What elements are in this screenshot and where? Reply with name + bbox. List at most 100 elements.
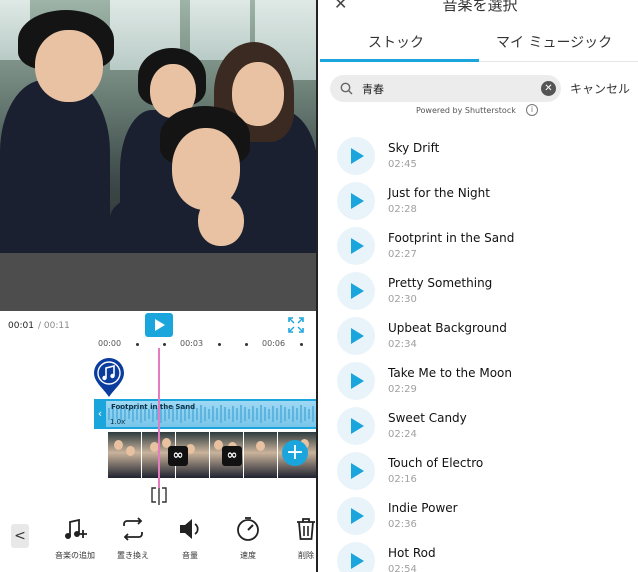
track-duration: 02:34 bbox=[388, 339, 417, 350]
track-item[interactable]: Pretty Something 02:30 bbox=[320, 261, 638, 310]
track-title: Indie Power bbox=[388, 501, 458, 515]
search-bar: ✕ bbox=[330, 75, 561, 102]
modal-header: ✕ 音楽を選択 bbox=[320, 0, 638, 14]
transition-icon[interactable]: ∞ bbox=[168, 446, 188, 466]
music-picker-panel: ✕ 音楽を選択 ストック マイ ミュージック ✕ キャンセル Powered b… bbox=[320, 0, 638, 572]
play-preview-button[interactable] bbox=[337, 227, 375, 265]
replace-icon bbox=[123, 517, 143, 541]
track-title: Sweet Candy bbox=[388, 411, 467, 425]
audio-trim-handle[interactable]: ‹ bbox=[94, 401, 106, 427]
video-thumbnail bbox=[108, 432, 142, 478]
track-item[interactable]: Footprint in the Sand 02:27 bbox=[320, 216, 638, 265]
person-body bbox=[0, 80, 110, 253]
play-button[interactable] bbox=[145, 313, 173, 337]
tool-label: 音量 bbox=[182, 551, 198, 560]
modal-title: 音楽を選択 bbox=[442, 0, 518, 14]
track-title: Sky Drift bbox=[388, 141, 440, 155]
ruler-label: 00:00 bbox=[98, 339, 122, 348]
music-tabs: ストック マイ ミュージック bbox=[320, 22, 638, 62]
video-editor-panel: 00:01 / 00:11 00:00 00:03 00:06 ‹ Footpr… bbox=[0, 0, 318, 572]
track-duration: 02:54 bbox=[388, 564, 417, 572]
audio-track-title: Footprint in the Sand bbox=[111, 403, 196, 411]
trash-icon bbox=[297, 518, 315, 540]
transition-icon[interactable]: ∞ bbox=[222, 446, 242, 466]
add-clip-button[interactable]: + bbox=[282, 440, 308, 466]
clear-search-icon[interactable]: ✕ bbox=[541, 81, 556, 96]
track-title: Pretty Something bbox=[388, 276, 493, 290]
video-thumbnail bbox=[244, 432, 278, 478]
track-title: Touch of Electro bbox=[388, 456, 484, 470]
cancel-button[interactable]: キャンセル bbox=[570, 80, 630, 97]
volume-icon bbox=[180, 519, 199, 539]
speed-icon bbox=[237, 517, 259, 541]
info-icon[interactable]: i bbox=[526, 104, 538, 116]
tool-label: 速度 bbox=[240, 551, 256, 560]
track-duration: 02:16 bbox=[388, 474, 417, 485]
delete-button[interactable]: 削除 bbox=[276, 516, 316, 561]
play-preview-button[interactable] bbox=[337, 452, 375, 490]
replace-button[interactable]: 置き換え bbox=[103, 516, 163, 561]
total-time: / 00:11 bbox=[38, 321, 70, 331]
track-duration: 02:24 bbox=[388, 429, 417, 440]
track-duration: 02:30 bbox=[388, 294, 417, 305]
video-preview[interactable] bbox=[0, 0, 316, 253]
add-music-button[interactable]: 音楽の追加 bbox=[45, 516, 105, 561]
tab-stock[interactable]: ストック bbox=[368, 32, 424, 52]
tool-label: 削除 bbox=[298, 551, 314, 560]
powered-by-text: Powered by Shutterstock bbox=[416, 106, 516, 115]
track-duration: 02:27 bbox=[388, 249, 417, 260]
music-add-icon bbox=[65, 518, 87, 539]
track-title: Upbeat Background bbox=[388, 321, 507, 335]
track-duration: 02:45 bbox=[388, 159, 417, 170]
track-item[interactable]: Take Me to the Moon 02:29 bbox=[320, 351, 638, 400]
play-preview-button[interactable] bbox=[337, 137, 375, 175]
split-icon[interactable] bbox=[150, 485, 168, 505]
tool-label: 音楽の追加 bbox=[55, 551, 95, 560]
speed-button[interactable]: 速度 bbox=[218, 516, 278, 561]
ruler-label: 00:06 bbox=[262, 339, 286, 348]
tab-my-music[interactable]: マイ ミュージック bbox=[496, 32, 612, 52]
track-duration: 02:28 bbox=[388, 204, 417, 215]
track-item[interactable]: Indie Power 02:36 bbox=[320, 486, 638, 535]
track-duration: 02:36 bbox=[388, 519, 417, 530]
track-list: Sky Drift 02:45 Just for the Night 02:28 Foo… bbox=[320, 126, 638, 572]
ruler-dot bbox=[218, 343, 221, 346]
track-item[interactable]: Touch of Electro 02:16 bbox=[320, 441, 638, 490]
audio-track-speed: 1.0x bbox=[110, 418, 126, 426]
play-preview-button[interactable] bbox=[337, 542, 375, 572]
close-icon[interactable]: ✕ bbox=[334, 0, 347, 13]
track-duration: 02:29 bbox=[388, 384, 417, 395]
track-item[interactable]: Sky Drift 02:45 bbox=[320, 126, 638, 175]
active-tab-indicator bbox=[320, 59, 479, 62]
music-note-pin-icon[interactable] bbox=[93, 358, 125, 398]
play-preview-button[interactable] bbox=[337, 362, 375, 400]
preview-letterbox bbox=[0, 253, 316, 311]
volume-button[interactable]: 音量 bbox=[160, 516, 220, 561]
ruler-label: 00:03 bbox=[180, 339, 204, 348]
track-title: Just for the Night bbox=[388, 186, 490, 200]
play-preview-button[interactable] bbox=[337, 407, 375, 445]
track-item[interactable]: Just for the Night 02:28 bbox=[320, 171, 638, 220]
ruler-dot bbox=[136, 343, 139, 346]
audio-track-clip[interactable]: ‹ Footprint in the Sand 1.0x bbox=[94, 399, 316, 429]
person-face bbox=[35, 30, 103, 102]
track-item[interactable]: Upbeat Background 02:34 bbox=[320, 306, 638, 355]
play-preview-button[interactable] bbox=[337, 272, 375, 310]
play-preview-button[interactable] bbox=[337, 317, 375, 355]
track-title: Take Me to the Moon bbox=[388, 366, 512, 380]
back-button[interactable]: < bbox=[11, 524, 29, 548]
track-item[interactable]: Hot Rod 02:54 bbox=[320, 531, 638, 572]
timeline-playhead[interactable] bbox=[158, 348, 160, 488]
search-icon bbox=[340, 82, 353, 95]
track-title: Footprint in the Sand bbox=[388, 231, 515, 245]
search-input[interactable] bbox=[362, 80, 532, 98]
play-preview-button[interactable] bbox=[337, 497, 375, 535]
fullscreen-icon[interactable] bbox=[288, 317, 304, 333]
editor-toolbar: < 音楽の追加 置き換え 音量 速度 削除 bbox=[0, 512, 316, 572]
peace-sign-hand bbox=[198, 196, 244, 246]
ruler-dot bbox=[245, 343, 248, 346]
play-preview-button[interactable] bbox=[337, 182, 375, 220]
ruler-dot bbox=[300, 343, 303, 346]
ruler-dot bbox=[163, 343, 166, 346]
track-item[interactable]: Sweet Candy 02:24 bbox=[320, 396, 638, 445]
